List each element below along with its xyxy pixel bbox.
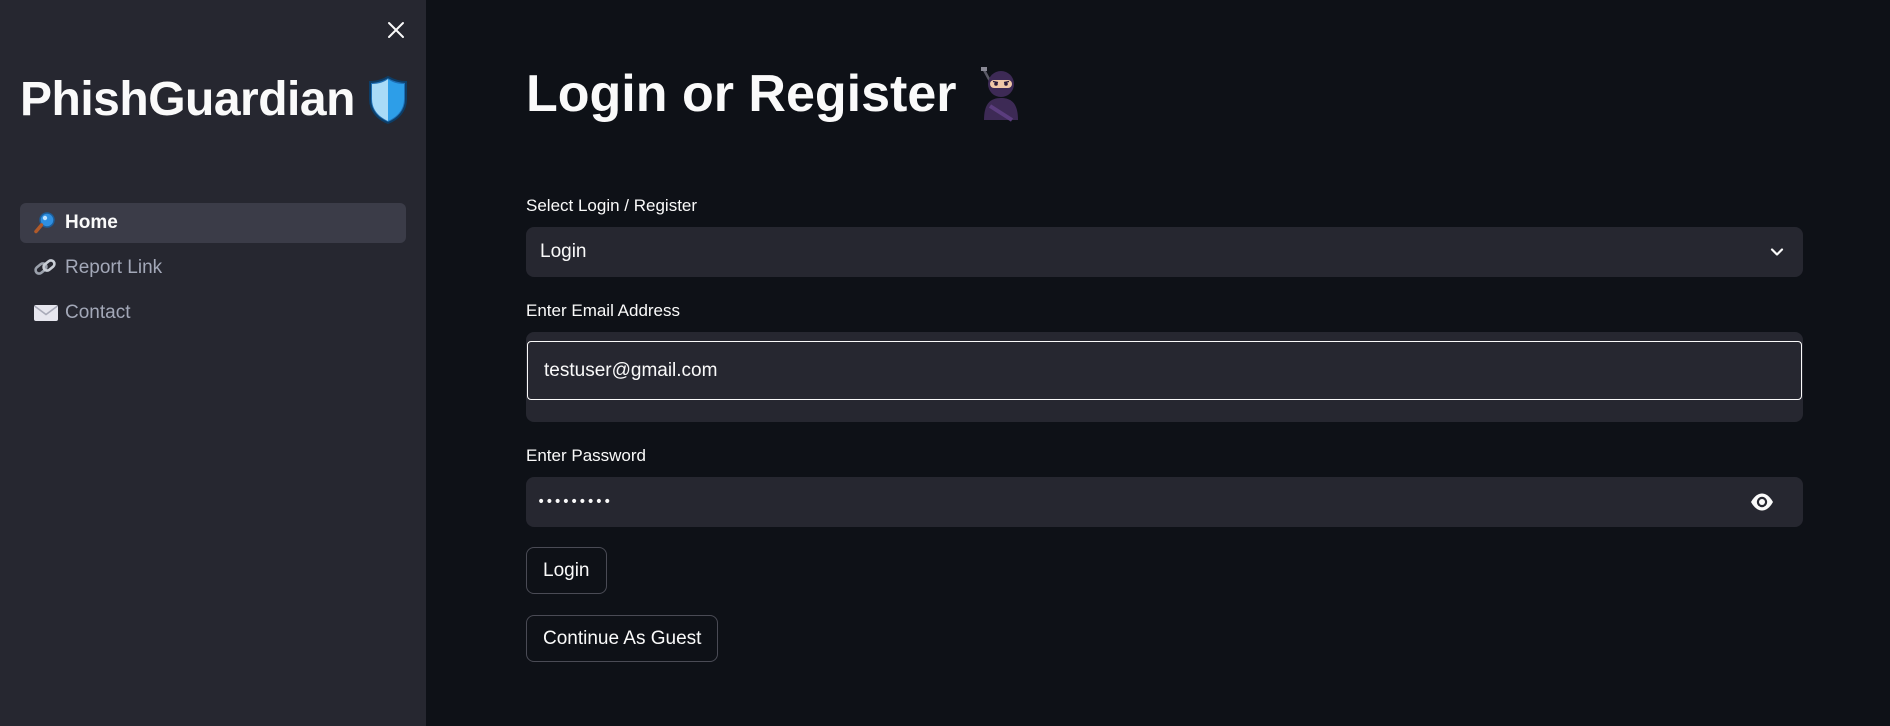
- email-field-container: [526, 332, 1803, 422]
- chevron-down-icon: [1770, 248, 1784, 256]
- select-value: Login: [540, 241, 587, 262]
- password-field[interactable]: [526, 477, 1726, 527]
- sidebar-item-label: Contact: [65, 302, 131, 323]
- sidebar-item-contact[interactable]: Contact: [20, 293, 406, 333]
- main-content: Login or Register Select Login / Registe…: [426, 0, 1890, 726]
- sidebar-item-label: Home: [65, 212, 118, 233]
- brand: PhishGuardian: [20, 72, 409, 127]
- sidebar: PhishGuardian Home Report Link Contact: [0, 0, 426, 726]
- page-title-text: Login or Register: [526, 65, 957, 123]
- sidebar-item-report-link[interactable]: Report Link: [20, 248, 406, 288]
- login-register-select[interactable]: Login: [526, 227, 1803, 277]
- email-label: Enter Email Address: [526, 301, 681, 320]
- page-title: Login or Register: [526, 64, 1026, 124]
- link-icon: [33, 256, 61, 280]
- password-field-container: [526, 477, 1803, 527]
- sidebar-nav: Home Report Link Contact: [20, 203, 406, 338]
- select-label: Select Login / Register: [526, 196, 698, 215]
- sidebar-item-label: Report Link: [65, 257, 163, 278]
- continue-as-guest-button[interactable]: Continue As Guest: [526, 615, 719, 662]
- password-label: Enter Password: [526, 446, 646, 465]
- sidebar-item-home[interactable]: Home: [20, 203, 406, 243]
- ninja-icon: [976, 66, 1026, 122]
- close-icon: [388, 22, 404, 38]
- eye-icon[interactable]: [1749, 490, 1775, 514]
- close-sidebar-button[interactable]: [382, 16, 410, 44]
- email-field[interactable]: [527, 341, 1802, 400]
- magnifier-icon: [33, 211, 61, 235]
- brand-title: PhishGuardian: [20, 73, 355, 126]
- shield-icon: [367, 75, 409, 125]
- login-button[interactable]: Login: [526, 547, 607, 594]
- envelope-icon: [33, 301, 61, 325]
